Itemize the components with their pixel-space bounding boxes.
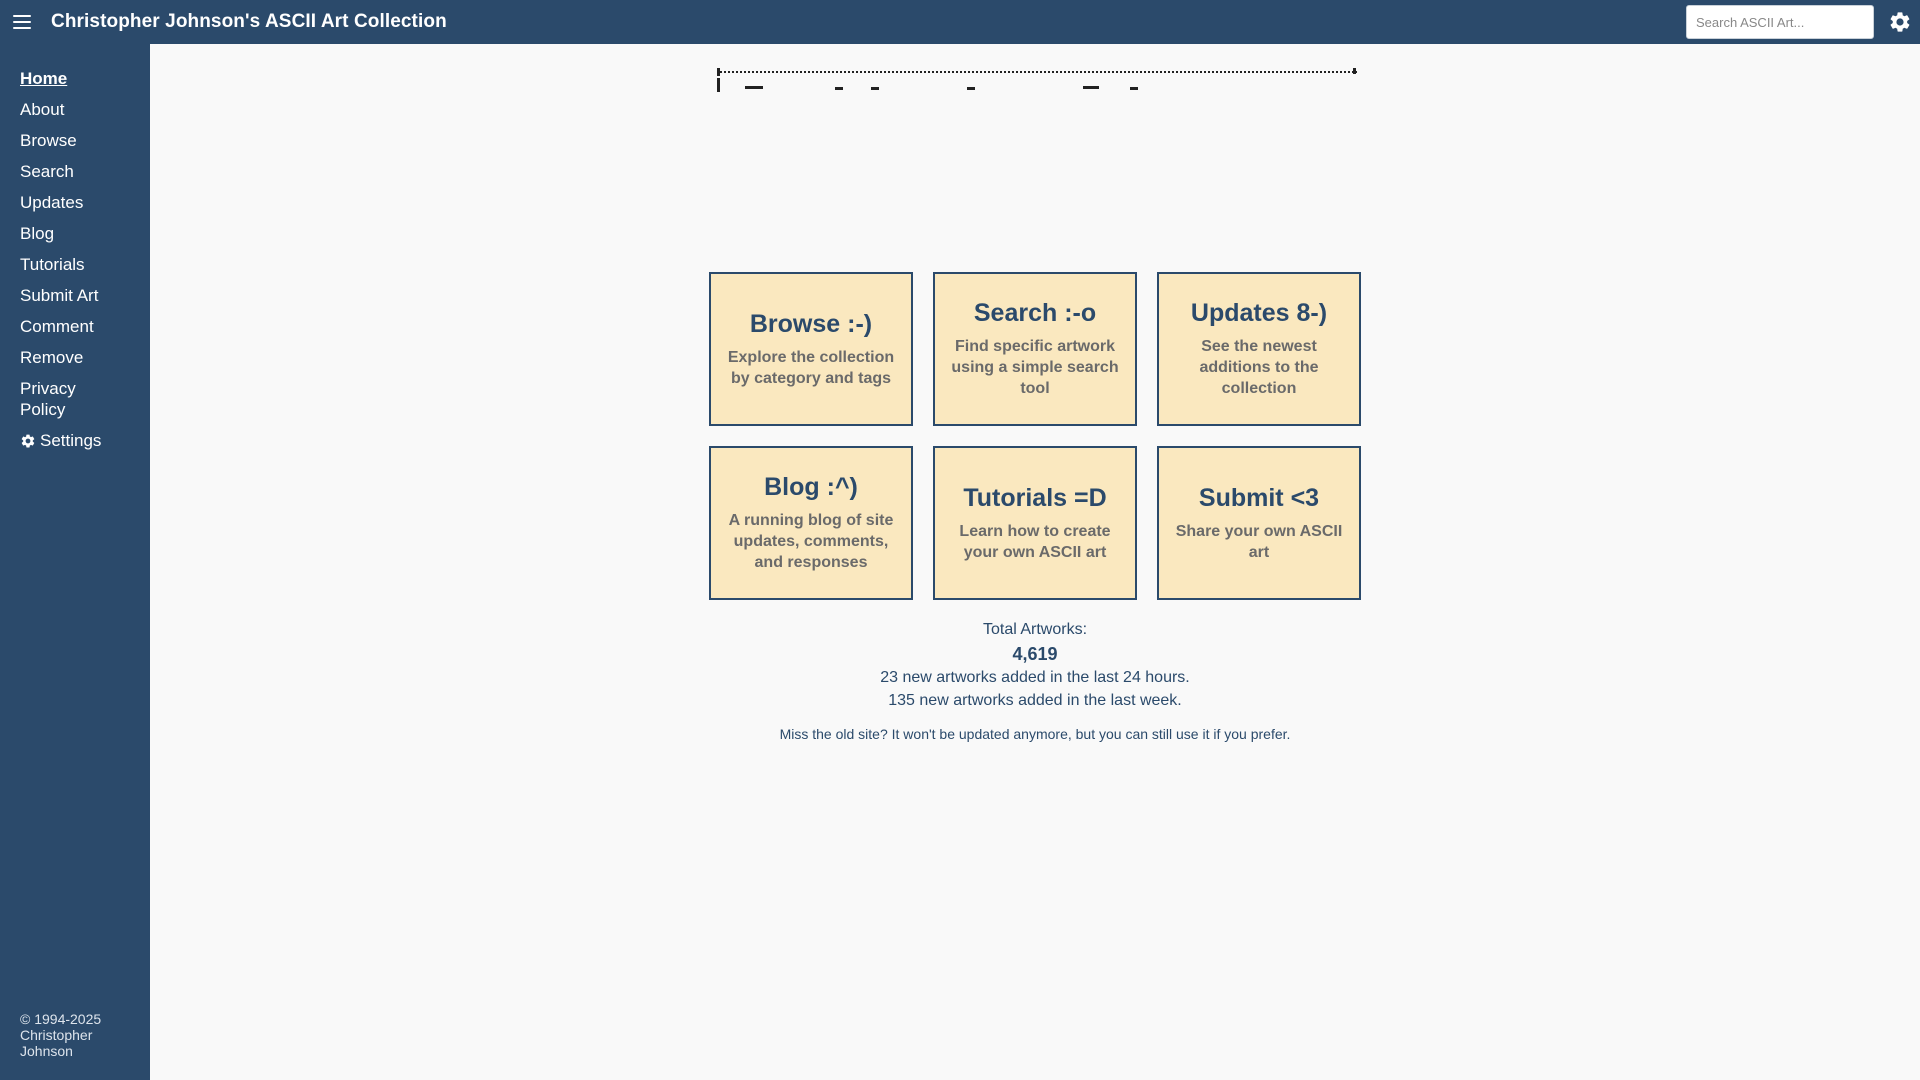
tile-description: Share your own ASCII art — [1175, 522, 1343, 561]
banner-glyph — [745, 86, 763, 89]
search-input[interactable] — [1686, 5, 1874, 39]
copyright: © 1994-2025 Christopher Johnson — [20, 1011, 102, 1059]
tile-description: Find specific artwork using a simple sea… — [951, 338, 1119, 397]
main-content: Browse :-) Explore the collection by cat… — [150, 44, 1920, 1080]
banner-glyph — [717, 68, 720, 76]
sidebar-item-privacy-policy[interactable]: Privacy Policy — [20, 378, 120, 420]
tile-title: Search :-o — [973, 299, 1097, 327]
tile-description: Explore the collection by category and t… — [727, 348, 895, 387]
collection-stats: Total Artworks: 4,619 23 new artworks ad… — [709, 618, 1361, 742]
banner-dotted-line — [717, 71, 1357, 73]
sidebar-item-about[interactable]: About — [20, 99, 150, 120]
sidebar-item-updates[interactable]: Updates — [20, 192, 150, 213]
gear-icon — [21, 434, 35, 447]
sidebar-item-settings[interactable]: Settings — [20, 430, 150, 454]
sidebar-nav: Home About Browse Search Updates Blog Tu… — [0, 44, 150, 454]
tile-title: Submit <3 — [1198, 483, 1320, 512]
banner-glyph — [1083, 86, 1099, 89]
hamburger-menu-icon[interactable] — [2, 0, 42, 44]
total-artworks-label: Total Artworks: — [982, 621, 1088, 638]
tile-title: Updates 8-) — [1190, 299, 1328, 327]
search-tile[interactable]: Search :-o Find specific artwork using a… — [933, 272, 1137, 426]
banner-glyph — [717, 78, 720, 92]
sidebar-item-browse[interactable]: Browse — [20, 130, 150, 151]
sidebar-item-settings-label: Settings — [40, 431, 102, 450]
tile-title: Blog :^) — [764, 473, 858, 501]
tile-description: See the newest additions to the collecti… — [1199, 338, 1319, 397]
feature-tiles: Browse :-) Explore the collection by cat… — [709, 272, 1361, 600]
total-artworks-count: 4,619 — [1012, 644, 1058, 664]
banner-glyph — [835, 87, 843, 90]
top-bar: Christopher Johnson's ASCII Art Collecti… — [0, 0, 1920, 44]
new-artworks-week: 135 new artworks added in the last week. — [888, 692, 1182, 709]
tile-title: Browse :-) — [749, 309, 873, 338]
gear-icon[interactable] — [1888, 10, 1912, 34]
blog-tile[interactable]: Blog :^) A running blog of site updates,… — [709, 446, 913, 600]
banner-glyph — [967, 87, 975, 90]
sidebar-item-blog[interactable]: Blog — [20, 223, 150, 244]
tile-title: Tutorials =D — [963, 483, 1107, 512]
tutorials-tile[interactable]: Tutorials =D Learn how to create your ow… — [933, 446, 1137, 600]
tile-description: A running blog of site updates, comments… — [728, 512, 894, 571]
tile-description: Learn how to create your own ASCII art — [959, 522, 1111, 561]
old-site-note[interactable]: Miss the old site? It won't be updated a… — [709, 726, 1361, 742]
sidebar: Home About Browse Search Updates Blog Tu… — [0, 44, 150, 1080]
updates-tile[interactable]: Updates 8-) See the newest additions to … — [1157, 272, 1361, 426]
browse-tile[interactable]: Browse :-) Explore the collection by cat… — [709, 272, 913, 426]
sidebar-item-remove[interactable]: Remove — [20, 347, 150, 368]
sidebar-item-home[interactable]: Home — [20, 68, 150, 89]
site-title[interactable]: Christopher Johnson's ASCII Art Collecti… — [51, 11, 447, 33]
banner-glyph — [1353, 68, 1356, 74]
sidebar-item-comment[interactable]: Comment — [20, 316, 150, 337]
banner-glyph — [1130, 87, 1138, 90]
sidebar-item-tutorials[interactable]: Tutorials — [20, 254, 150, 275]
ascii-art-banner — [717, 66, 1359, 92]
new-artworks-24h: 23 new artworks added in the last 24 hou… — [880, 669, 1190, 686]
banner-glyph — [871, 87, 879, 90]
sidebar-item-search[interactable]: Search — [20, 161, 150, 182]
sidebar-item-submit-art[interactable]: Submit Art — [20, 285, 150, 306]
submit-tile[interactable]: Submit <3 Share your own ASCII art — [1157, 446, 1361, 600]
